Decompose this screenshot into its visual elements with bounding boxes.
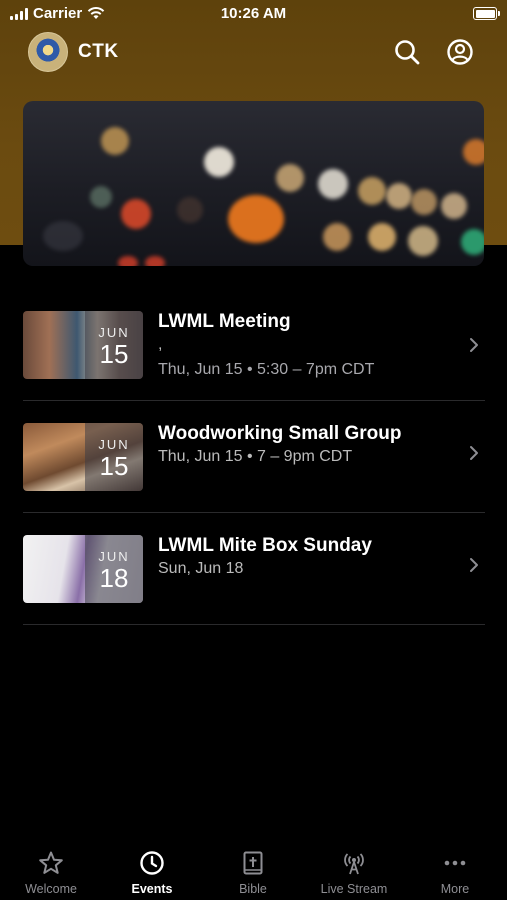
event-title: LWML Mite Box Sunday xyxy=(158,535,372,556)
more-icon xyxy=(444,860,466,866)
star-icon xyxy=(39,851,63,874)
tab-more[interactable]: More xyxy=(405,842,505,900)
tab-label: Events xyxy=(131,882,173,896)
tab-bible[interactable]: Bible xyxy=(203,842,303,900)
clock-icon xyxy=(140,851,164,875)
event-date-badge: JUN 18 xyxy=(85,535,143,603)
hero-banner-image[interactable] xyxy=(23,101,484,266)
event-thumbnail: JUN 15 xyxy=(23,311,143,379)
tab-events[interactable]: Events xyxy=(102,842,202,900)
event-location: , xyxy=(158,336,163,353)
event-time: Thu, Jun 15 • 7 – 9pm CDT xyxy=(158,448,353,465)
bible-icon xyxy=(243,851,263,875)
event-month: JUN xyxy=(98,437,130,452)
tab-live-stream[interactable]: Live Stream xyxy=(304,842,404,900)
event-month: JUN xyxy=(98,549,130,564)
event-row[interactable]: JUN 15 LWML Meeting , Thu, Jun 15 • 5:30… xyxy=(23,289,485,401)
profile-icon[interactable] xyxy=(446,38,474,66)
tab-label: Bible xyxy=(239,882,267,896)
event-month: JUN xyxy=(98,325,130,340)
event-title: Woodworking Small Group xyxy=(158,423,402,444)
event-date-badge: JUN 15 xyxy=(85,311,143,379)
search-icon[interactable] xyxy=(393,38,421,66)
event-row[interactable]: JUN 15 Woodworking Small Group Thu, Jun … xyxy=(23,401,485,513)
broadcast-icon xyxy=(344,853,364,875)
tab-label: Welcome xyxy=(25,882,77,896)
tab-label: Live Stream xyxy=(320,882,388,896)
clock-time: 10:26 AM xyxy=(220,5,287,22)
chevron-right-icon xyxy=(470,338,478,352)
event-thumbnail: JUN 15 xyxy=(23,423,143,491)
event-day: 15 xyxy=(99,339,129,369)
event-day: 18 xyxy=(99,563,129,593)
event-row[interactable]: JUN 18 LWML Mite Box Sunday Sun, Jun 18 xyxy=(23,513,485,625)
events-list: JUN 15 LWML Meeting , Thu, Jun 15 • 5:30… xyxy=(23,289,485,625)
event-date-badge: JUN 15 xyxy=(85,423,143,491)
chevron-right-icon xyxy=(470,558,478,572)
app-bar: CTK xyxy=(0,30,507,76)
event-day: 15 xyxy=(99,451,129,481)
app-title: CTK xyxy=(78,41,119,62)
status-bar: Carrier 10:26 AM xyxy=(0,0,507,28)
tab-welcome[interactable]: Welcome xyxy=(1,842,101,900)
tab-bar: Welcome Events Bible Live Stream More xyxy=(0,842,507,900)
chevron-right-icon xyxy=(470,446,478,460)
church-logo[interactable] xyxy=(28,32,68,72)
event-time: Sun, Jun 18 xyxy=(158,560,244,577)
event-thumbnail: JUN 18 xyxy=(23,535,143,603)
event-title: LWML Meeting xyxy=(158,311,291,332)
battery-icon xyxy=(473,7,500,20)
tab-label: More xyxy=(440,882,470,896)
event-time: Thu, Jun 15 • 5:30 – 7pm CDT xyxy=(158,361,375,378)
